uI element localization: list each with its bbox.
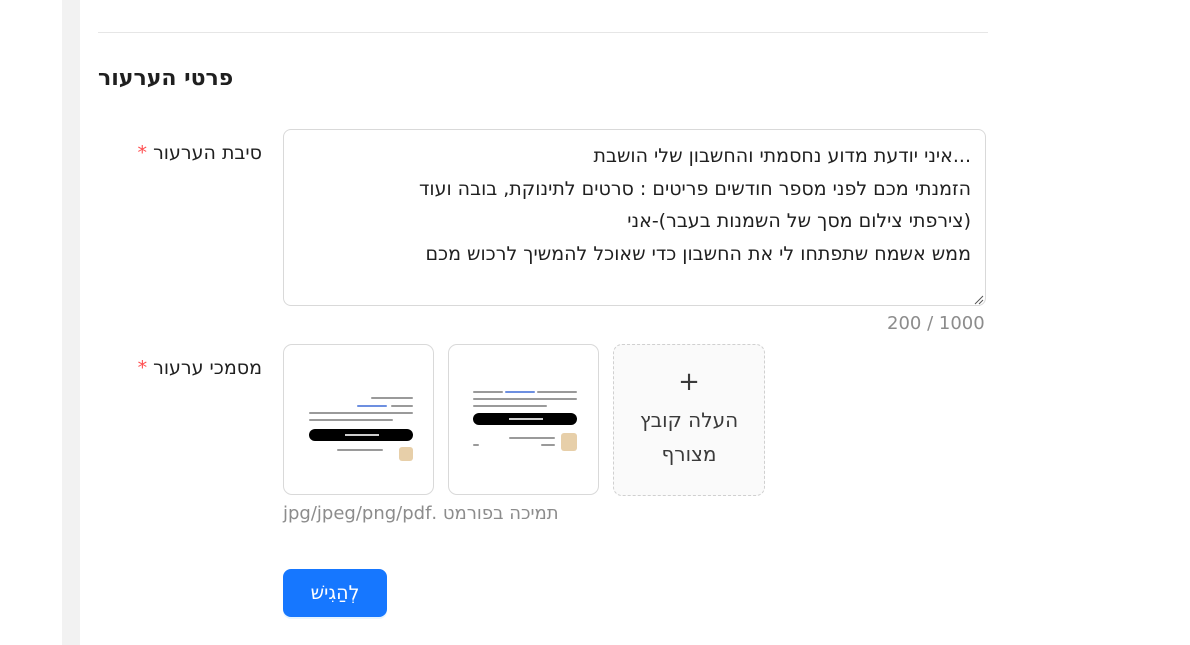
upload-file-button[interactable]: + העלה קובץ מצורף (613, 344, 765, 496)
required-mark: * (137, 142, 148, 164)
section-divider (98, 32, 988, 33)
section-title: פרטי הערעור (98, 66, 234, 91)
documents-label: מסמכי ערעור * (138, 357, 262, 379)
uploaded-document-thumbnail[interactable] (448, 344, 599, 495)
submit-button[interactable]: לְהַגִישׁ (283, 569, 387, 617)
reason-label-text: סיבת הערעור (153, 142, 262, 164)
upload-file-label: העלה קובץ מצורף (639, 408, 739, 466)
resize-handle-icon[interactable] (973, 294, 984, 305)
character-counter: 200 / 1000 (887, 313, 985, 334)
document-preview-image (471, 389, 577, 457)
page-side-strip (62, 0, 80, 645)
reason-textarea[interactable]: ...איני יודעת מדוע נחסמתי והחשבון שלי הו… (283, 129, 986, 306)
plus-icon: + (678, 367, 700, 397)
file-format-hint: תמיכה בפורמט .jpg/jpeg/png/pdf (283, 503, 559, 524)
document-preview-image (307, 387, 413, 461)
documents-label-text: מסמכי ערעור (153, 357, 262, 379)
uploaded-document-thumbnail[interactable] (283, 344, 434, 495)
required-mark: * (137, 357, 148, 379)
reason-label: סיבת הערעור * (138, 142, 262, 164)
